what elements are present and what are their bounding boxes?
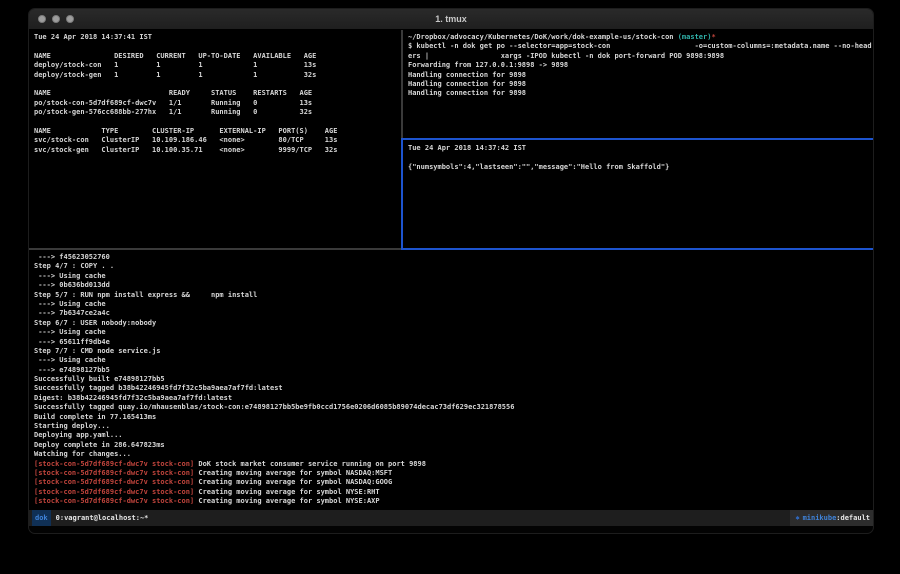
terminal-line: [stock-con-5d7df689cf-dwc7v stock-con] C… [34, 478, 874, 487]
port-forward-output: $ kubectl -n dok get po --selector=app=s… [408, 42, 874, 98]
terminal-line: Successfully built e74898127bb5 [34, 375, 874, 384]
terminal-line: Deploy complete in 286.647823ms [34, 441, 874, 450]
log-message: Creating moving average for symbol NYSE:… [198, 497, 379, 505]
terminal-line: Handling connection for 9898 [408, 71, 874, 80]
screen: { "window": { "title": "1. tmux" }, "col… [0, 0, 900, 574]
pane-skaffold-log[interactable]: ---> f45623052760Step 4/7 : COPY . . ---… [29, 250, 874, 510]
terminal-line [34, 118, 401, 127]
log-pod-prefix: [stock-con-5d7df689cf-dwc7v stock-con] [34, 478, 198, 486]
terminal-line [34, 42, 401, 51]
tmux-status-right: ⎈ minikube :default [790, 510, 874, 526]
log-message: DoK stock market consumer service runnin… [198, 460, 426, 468]
terminal-line: Step 4/7 : COPY . . [34, 262, 874, 271]
zoom-button[interactable] [66, 15, 74, 23]
log-message: Creating moving average for symbol NASDA… [198, 478, 392, 486]
terminal-line: Step 7/7 : CMD node service.js [34, 347, 874, 356]
minimize-button[interactable] [52, 15, 60, 23]
terminal-line: Deploying app.yaml... [34, 431, 874, 440]
tmux-session-name[interactable]: dok [32, 510, 51, 526]
terminal-line: deploy/stock-gen 1 1 1 1 32s [34, 71, 401, 80]
terminal-line: ---> 0b636bd013dd [34, 281, 874, 290]
git-branch-label: (master) [678, 33, 712, 41]
terminal-line: ---> Using cache [34, 272, 874, 281]
terminal-line: [stock-con-5d7df689cf-dwc7v stock-con] C… [34, 488, 874, 497]
terminal-line: ers | xargs -IPOD kubectl -n dok port-fo… [408, 52, 874, 61]
terminal-line: Step 5/7 : RUN npm install express && np… [34, 291, 874, 300]
terminal-line: [stock-con-5d7df689cf-dwc7v stock-con] D… [34, 460, 874, 469]
terminal-line: Handling connection for 9898 [408, 80, 874, 89]
window-titlebar[interactable]: 1. tmux [29, 9, 873, 30]
shell-prompt-line: ~/Dropbox/advocacy/Kubernetes/DoK/work/d… [408, 33, 874, 42]
kube-namespace-label: :default [836, 514, 870, 522]
prompt-path: ~/Dropbox/advocacy/Kubernetes/DoK/work/d… [408, 33, 678, 41]
terminal-line: Successfully tagged quay.io/mhausenblas/… [34, 403, 874, 412]
git-dirty-flag: * [711, 33, 715, 41]
terminal-line: Tue 24 Apr 2018 14:37:41 IST [34, 33, 401, 42]
terminal-line: ---> f45623052760 [34, 253, 874, 262]
terminal-line: Tue 24 Apr 2018 14:37:42 IST [408, 144, 874, 153]
terminal-line: [stock-con-5d7df689cf-dwc7v stock-con] C… [34, 497, 874, 506]
pane-port-forward[interactable]: ~/Dropbox/advocacy/Kubernetes/DoK/work/d… [403, 30, 874, 138]
tmux-terminal: Tue 24 Apr 2018 14:37:41 IST NAME DESIRED… [29, 30, 874, 510]
terminal-line: NAME TYPE CLUSTER-IP EXTERNAL-IP PORT(S)… [34, 127, 401, 136]
terminal-line: ---> Using cache [34, 356, 874, 365]
kube-context-label: minikube [803, 514, 837, 522]
terminal-line: NAME READY STATUS RESTARTS AGE [34, 89, 401, 98]
terminal-line: ---> Using cache [34, 328, 874, 337]
terminal-line: {"numsymbols":4,"lastseen":"","message":… [408, 163, 874, 172]
terminal-line: deploy/stock-con 1 1 1 1 13s [34, 61, 401, 70]
terminal-line: ---> e74898127bb5 [34, 366, 874, 375]
log-pod-prefix: [stock-con-5d7df689cf-dwc7v stock-con] [34, 460, 198, 468]
terminal-line: Forwarding from 127.0.0.1:9898 -> 9898 [408, 61, 874, 70]
terminal-window: 1. tmux Tue 24 Apr 2018 14:37:41 IST NAME… [28, 8, 874, 534]
terminal-line: po/stock-con-5d7df689cf-dwc7v 1/1 Runnin… [34, 99, 401, 108]
terminal-line: po/stock-gen-576cc688bb-277hx 1/1 Runnin… [34, 108, 401, 117]
terminal-line: Digest: b38b42246945fd7f32c5ba9aea7af7fd… [34, 394, 874, 403]
terminal-line: ---> 7b6347ce2a4c [34, 309, 874, 318]
log-pod-prefix: [stock-con-5d7df689cf-dwc7v stock-con] [34, 469, 198, 477]
log-message: Creating moving average for symbol NYSE:… [198, 488, 379, 496]
terminal-line: svc/stock-con ClusterIP 10.109.186.46 <n… [34, 136, 401, 145]
kubernetes-helm-icon: ⎈ [795, 514, 799, 522]
tmux-window-label[interactable]: 0:vagrant@localhost:~* [56, 514, 149, 522]
terminal-line: NAME DESIRED CURRENT UP-TO-DATE AVAILABL… [34, 52, 401, 61]
terminal-line: Handling connection for 9898 [408, 89, 874, 98]
traffic-lights [38, 15, 74, 23]
terminal-line: Step 6/7 : USER nobody:nobody [34, 319, 874, 328]
terminal-line: ---> 65611ff9db4e [34, 338, 874, 347]
terminal-line: svc/stock-gen ClusterIP 10.100.35.71 <no… [34, 146, 401, 155]
log-pod-prefix: [stock-con-5d7df689cf-dwc7v stock-con] [34, 497, 198, 505]
terminal-line [34, 80, 401, 89]
log-message: Creating moving average for symbol NASDA… [198, 469, 392, 477]
close-button[interactable] [38, 15, 46, 23]
tmux-status-left: dok 0:vagrant@localhost:~* [29, 510, 148, 526]
terminal-line: Successfully tagged b38b42246945fd7f32c5… [34, 384, 874, 393]
window-title: 1. tmux [435, 14, 467, 24]
terminal-line: ---> Using cache [34, 300, 874, 309]
terminal-line: Build complete in 77.165413ms [34, 413, 874, 422]
terminal-line: Watching for changes... [34, 450, 874, 459]
log-pod-prefix: [stock-con-5d7df689cf-dwc7v stock-con] [34, 488, 198, 496]
pane-border-horizontal-active-top[interactable] [401, 138, 874, 140]
pane-curl-output[interactable]: Tue 24 Apr 2018 14:37:42 IST {"numsymbols… [403, 141, 874, 248]
terminal-line: [stock-con-5d7df689cf-dwc7v stock-con] C… [34, 469, 874, 478]
terminal-line: $ kubectl -n dok get po --selector=app=s… [408, 42, 874, 51]
terminal-line: Starting deploy... [34, 422, 874, 431]
terminal-line [408, 153, 874, 162]
tmux-status-bar: dok 0:vagrant@localhost:~* ⎈ minikube :d… [29, 510, 874, 526]
pane-kubectl-watch[interactable]: Tue 24 Apr 2018 14:37:41 IST NAME DESIRED… [29, 30, 401, 248]
